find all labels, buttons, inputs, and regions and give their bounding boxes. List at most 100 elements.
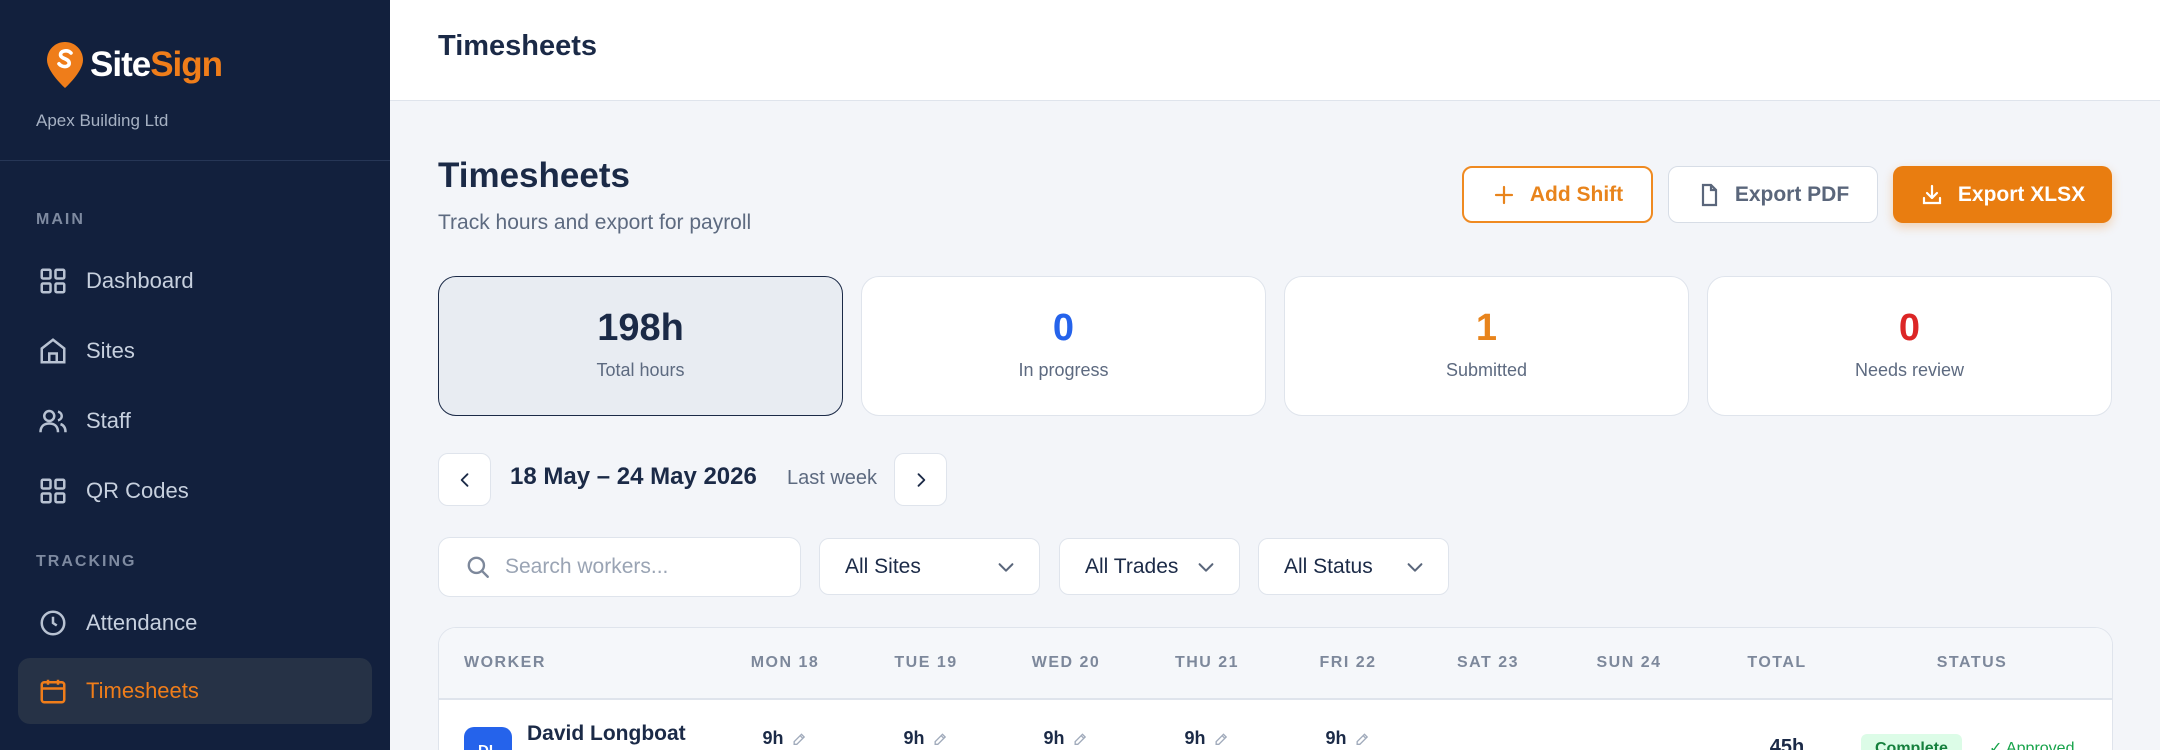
export-xlsx-label: Export XLSX <box>1957 182 2086 206</box>
sidebar: SiteSign Apex Building Ltd MAIN Dashboar… <box>0 0 390 750</box>
stat-card-submitted[interactable]: 1 Submitted <box>1284 276 1689 416</box>
logo-pin-icon <box>47 42 83 88</box>
column-header-fri[interactable]: FRI 22 <box>1319 654 1376 672</box>
edit-icon[interactable] <box>792 731 808 747</box>
stat-value: 0 <box>1898 307 1921 349</box>
status-badge: Complete <box>1861 734 1962 750</box>
approval-status[interactable]: ✓ Approved <box>1989 738 2074 750</box>
day-cell-fri[interactable]: 9h <box>1325 728 1370 749</box>
stat-value: 1 <box>1475 307 1498 349</box>
week-label: Last week <box>787 467 878 489</box>
nav-item-sites[interactable]: Sites <box>18 318 372 384</box>
export-pdf-label: Export PDF <box>1734 182 1850 206</box>
day-cell-tue[interactable]: 9h <box>903 728 948 749</box>
row-total: 45h <box>1769 736 1805 750</box>
plus-icon <box>1494 185 1513 204</box>
search-input[interactable] <box>505 555 795 579</box>
file-icon <box>1701 183 1717 206</box>
table-header: WORKER MON 18 TUE 19 WED 20 THU 21 FRI 2… <box>439 628 2112 700</box>
column-header-mon[interactable]: MON 18 <box>751 654 820 672</box>
chevron-down-icon <box>1198 562 1214 572</box>
topbar-title: Timesheets <box>438 30 598 62</box>
column-header-wed[interactable]: WED 20 <box>1032 654 1101 672</box>
stat-label: In progress <box>1018 360 1109 380</box>
stat-label: Total hours <box>596 360 685 380</box>
top-bar: Timesheets <box>390 0 2160 101</box>
users-icon <box>39 409 67 433</box>
site-filter-value: All Sites <box>845 554 921 578</box>
timesheet-table: WORKER MON 18 TUE 19 WED 20 THU 21 FRI 2… <box>438 627 2113 750</box>
calendar-icon <box>40 679 66 704</box>
worker-name[interactable]: David Longboat <box>527 722 686 746</box>
stat-card-total-hours[interactable]: 198h Total hours <box>438 276 843 416</box>
nav-label: Timesheets <box>86 678 199 703</box>
column-header-worker[interactable]: WORKER <box>464 654 546 672</box>
column-header-status[interactable]: STATUS <box>1937 654 2008 672</box>
export-pdf-button[interactable]: Export PDF <box>1668 166 1878 223</box>
company-name: Apex Building Ltd <box>36 111 169 130</box>
table-row[interactable]: DL David Longboat 9h 9h 9h 9h 9h 45h Com… <box>439 700 2112 750</box>
nav-item-staff[interactable]: Staff <box>18 388 372 454</box>
day-cell-thu[interactable]: 9h <box>1184 728 1229 749</box>
brand-area: SiteSign Apex Building Ltd <box>0 0 390 161</box>
search-icon <box>467 556 489 578</box>
column-header-total[interactable]: TOTAL <box>1747 654 1806 672</box>
trade-filter-select[interactable]: All Trades <box>1059 538 1240 595</box>
nav-label: Attendance <box>86 610 198 635</box>
week-range: 18 May – 24 May 2026 <box>510 463 757 490</box>
column-header-sun[interactable]: SUN 24 <box>1596 654 1661 672</box>
nav-item-attendance[interactable]: Attendance <box>18 590 372 656</box>
chevron-down-icon <box>1407 562 1423 572</box>
previous-week-button[interactable] <box>438 453 491 506</box>
nav-item-timesheets[interactable]: Timesheets <box>18 658 372 724</box>
day-cell-wed[interactable]: 9h <box>1043 728 1088 749</box>
column-header-tue[interactable]: TUE 19 <box>894 654 957 672</box>
chevron-right-icon <box>917 472 925 487</box>
stat-label: Needs review <box>1854 360 1965 380</box>
stat-card-needs-review[interactable]: 0 Needs review <box>1707 276 2112 416</box>
home-icon <box>40 338 66 364</box>
day-hours: 9h <box>1043 728 1065 748</box>
page-subtitle: Track hours and export for payroll <box>438 211 752 234</box>
avatar: DL <box>464 727 512 750</box>
logo-text-site: Site <box>90 45 151 84</box>
add-shift-button[interactable]: Add Shift <box>1462 166 1653 223</box>
add-shift-label: Add Shift <box>1529 182 1624 206</box>
stat-card-in-progress[interactable]: 0 In progress <box>861 276 1266 416</box>
nav-section-main: MAIN <box>36 211 85 228</box>
edit-icon[interactable] <box>933 731 949 747</box>
site-filter-select[interactable]: All Sites <box>819 538 1040 595</box>
logo[interactable]: SiteSign <box>36 40 390 90</box>
page-title: Timesheets <box>438 156 630 195</box>
column-header-thu[interactable]: THU 21 <box>1175 654 1239 672</box>
nav-item-qr-codes[interactable]: QR Codes <box>18 458 372 524</box>
grid-icon <box>40 268 66 294</box>
status-filter-value: All Status <box>1284 554 1373 578</box>
clock-icon <box>40 610 66 636</box>
chevron-left-icon <box>460 472 468 487</box>
nav-label: Sites <box>86 338 135 363</box>
logo-text-sign: Sign <box>150 45 223 84</box>
nav-label: Staff <box>86 408 131 433</box>
stat-value: 0 <box>1052 307 1075 349</box>
column-header-sat[interactable]: SAT 23 <box>1457 654 1519 672</box>
day-hours: 9h <box>1184 728 1206 748</box>
stat-value: 198h <box>597 307 684 349</box>
export-xlsx-button[interactable]: Export XLSX <box>1893 166 2112 223</box>
nav-label: QR Codes <box>86 478 189 503</box>
day-hours: 9h <box>762 728 784 748</box>
day-hours: 9h <box>903 728 925 748</box>
edit-icon[interactable] <box>1355 731 1371 747</box>
search-box[interactable] <box>438 537 801 597</box>
edit-icon[interactable] <box>1073 731 1089 747</box>
nav-section-tracking: TRACKING <box>36 553 137 570</box>
next-week-button[interactable] <box>894 453 947 506</box>
edit-icon[interactable] <box>1214 731 1230 747</box>
download-icon <box>1922 184 1941 204</box>
status-filter-select[interactable]: All Status <box>1258 538 1449 595</box>
stat-label: Submitted <box>1445 360 1528 380</box>
nav-item-dashboard[interactable]: Dashboard <box>18 248 372 314</box>
day-cell-mon[interactable]: 9h <box>762 728 807 749</box>
grid-icon <box>40 478 66 504</box>
day-hours: 9h <box>1325 728 1347 748</box>
